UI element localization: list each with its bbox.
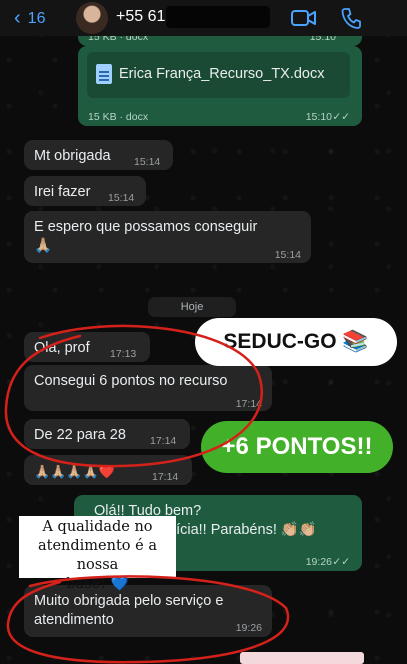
message-incoming[interactable]: Irei fazer 15:14 — [24, 176, 146, 206]
message-text: Muito obrigada pelo serviço e — [34, 593, 224, 609]
message-emoji: 🙏🏼 — [34, 238, 53, 254]
message-text: Irei fazer — [34, 184, 91, 200]
message-time: 19:26 — [305, 556, 332, 568]
message-incoming[interactable]: De 22 para 28 17:14 — [24, 419, 190, 449]
message-text: Consegui 6 pontos no recurso — [34, 373, 228, 389]
message-time: 19:26 — [235, 622, 262, 634]
message-incoming[interactable]: E espero que possamos conseguir 🙏🏼 15:14 — [24, 211, 311, 263]
message-time: 17:13 — [110, 348, 137, 360]
video-camera-icon[interactable] — [291, 8, 317, 28]
chat-header: ‹ 16 +55 61 — [0, 0, 407, 36]
sticker-quality: A qualidade no atendimento é a nossa bas… — [19, 516, 176, 592]
message-time: 15:14 — [134, 156, 161, 168]
date-separator: Hoje — [148, 297, 236, 317]
message-text: Ola, prof — [34, 340, 90, 356]
back-button[interactable]: ‹ 16 — [14, 7, 45, 30]
partial-image — [240, 652, 364, 664]
message-incoming[interactable]: Mt obrigada 15:14 — [24, 140, 173, 170]
sticker-seduc: SEDUC-GO 📚 — [195, 318, 397, 366]
message-text: E espero que possamos conseguir — [34, 219, 258, 235]
message-text: Mt obrigada — [34, 148, 111, 164]
phone-icon[interactable] — [341, 7, 361, 29]
message-time: 15:14 — [108, 192, 135, 204]
message-time: 17:14 — [152, 471, 179, 483]
sticker-text: base! 💙 — [66, 576, 129, 592]
message-incoming[interactable]: Consegui 6 pontos no recurso 17:14 — [24, 365, 272, 411]
file-size: 15 KB · docx — [88, 111, 149, 123]
chevron-left-icon: ‹ — [14, 7, 21, 29]
message-incoming[interactable]: Ola, prof 17:13 — [24, 332, 150, 362]
redacted-number — [166, 6, 270, 28]
unread-count: 16 — [27, 10, 46, 27]
document-card[interactable]: Erica França_Recurso_TX.docx — [87, 52, 350, 98]
sticker-pontos: +6 PONTOS!! — [201, 421, 393, 473]
message-incoming[interactable]: 🙏🏼🙏🏼🙏🏼🙏🏼❤️ 17:14 — [24, 455, 192, 485]
avatar[interactable] — [76, 2, 108, 34]
message-time: 15:10 — [305, 111, 332, 123]
contact-name[interactable]: +55 61 — [116, 8, 165, 26]
message-emoji: 🙏🏼🙏🏼🙏🏼🙏🏼❤️ — [34, 464, 115, 479]
document-name: Erica França_Recurso_TX.docx — [119, 66, 325, 82]
sticker-text: A qualidade no — [42, 519, 153, 535]
double-check-icon: ✓✓ — [332, 556, 350, 568]
message-time: 15:14 — [274, 249, 301, 261]
sticker-text: atendimento é a nossa — [38, 538, 157, 573]
message-time: 17:14 — [150, 435, 177, 447]
document-icon — [96, 64, 112, 84]
message-text: De 22 para 28 — [34, 427, 126, 443]
message-text: atendimento — [34, 612, 114, 628]
message-time: 17:14 — [235, 398, 262, 410]
double-check-icon: ✓✓ — [332, 111, 350, 123]
